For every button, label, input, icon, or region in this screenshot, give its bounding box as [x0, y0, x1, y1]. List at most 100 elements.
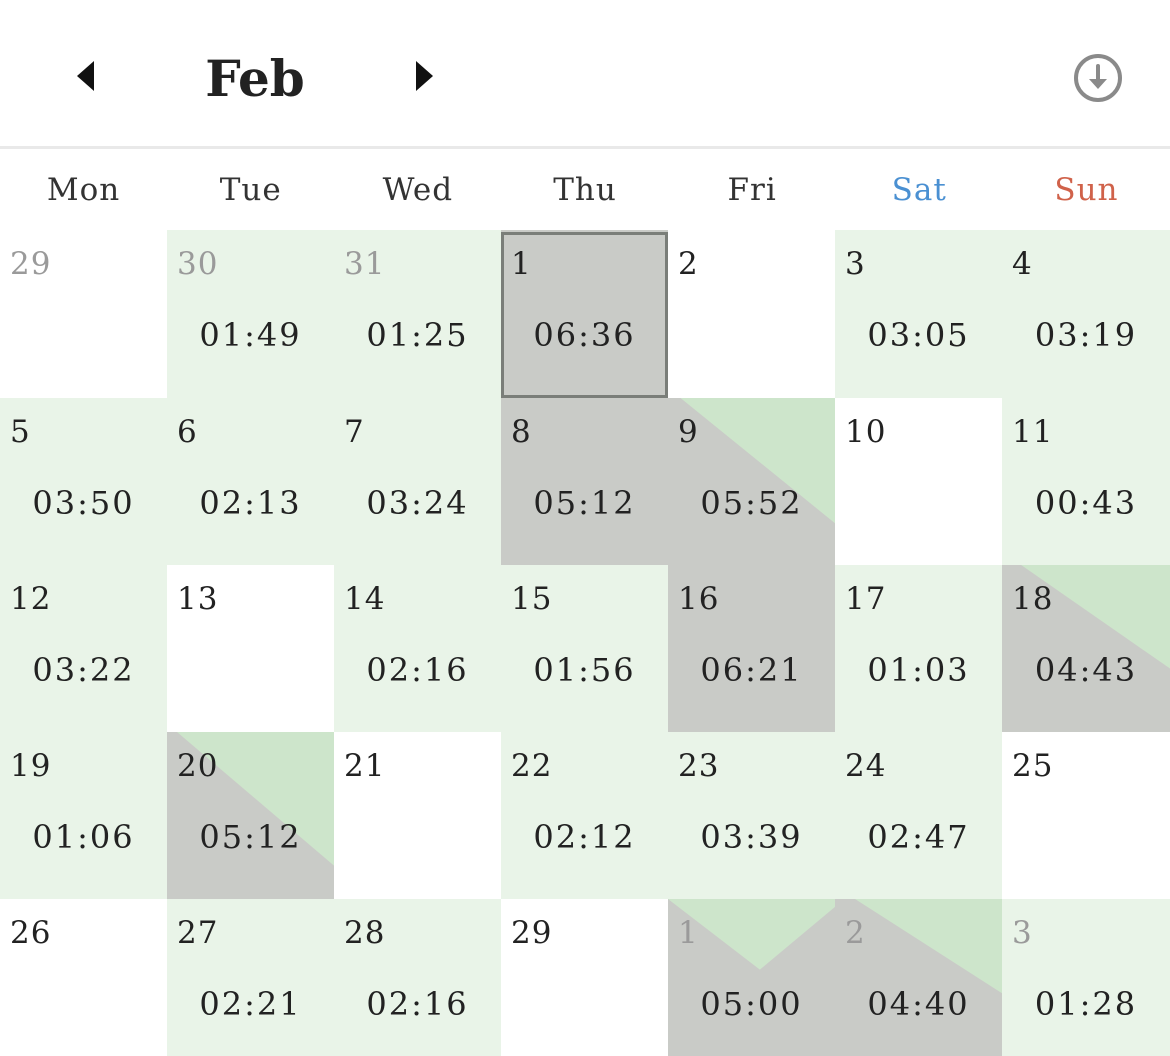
- day-cell[interactable]: 26: [0, 899, 167, 1056]
- day-number: 6: [177, 414, 198, 450]
- day-number: 17: [845, 581, 887, 617]
- weekday-sat: Sat: [891, 172, 947, 208]
- day-duration: 01:28: [1034, 985, 1138, 1023]
- triangle-left-icon: [77, 61, 94, 91]
- day-number: 12: [10, 581, 52, 617]
- day-cell[interactable]: 3 01:28: [1002, 899, 1170, 1056]
- prev-month-button[interactable]: [64, 56, 108, 96]
- day-number: 31: [344, 246, 386, 282]
- calendar-grid: 29 30 01:49 31 01:25 1 06:36 2 3 03:05 4 03:19 5 03:5…: [0, 230, 1170, 1056]
- day-number: 2: [678, 246, 699, 282]
- header-divider: [0, 146, 1170, 149]
- day-number: 20: [177, 748, 219, 784]
- day-duration: 03:22: [32, 651, 135, 689]
- day-cell[interactable]: 8 05:12: [501, 398, 668, 565]
- day-duration: 01:56: [533, 651, 636, 689]
- day-number: 3: [845, 246, 866, 282]
- day-duration: 03:05: [867, 316, 970, 354]
- day-number: 3: [1012, 915, 1033, 951]
- day-duration: 02:16: [366, 985, 469, 1023]
- day-number: 27: [177, 915, 219, 951]
- day-cell[interactable]: 20 05:12: [167, 732, 334, 899]
- weekday-wed: Wed: [382, 172, 454, 208]
- day-cell[interactable]: 28 02:16: [334, 899, 501, 1056]
- day-cell[interactable]: 2: [668, 230, 835, 398]
- day-duration: 06:36: [533, 316, 636, 354]
- day-cell[interactable]: 12 03:22: [0, 565, 167, 732]
- download-button[interactable]: [1072, 52, 1124, 104]
- day-cell[interactable]: 1 06:36: [501, 230, 668, 398]
- day-cell[interactable]: 9 05:52: [668, 398, 835, 565]
- circle-arrow-down-icon: [1074, 54, 1122, 102]
- day-cell[interactable]: 4 03:19: [1002, 230, 1170, 398]
- day-duration: 01:03: [867, 651, 970, 689]
- day-number: 29: [511, 915, 553, 951]
- day-cell[interactable]: 5 03:50: [0, 398, 167, 565]
- weekday-mon: Mon: [46, 172, 121, 208]
- day-duration: 03:24: [366, 484, 469, 522]
- month-title: Feb: [205, 49, 305, 108]
- day-duration: 03:19: [1034, 316, 1138, 354]
- day-duration: 04:40: [867, 985, 970, 1023]
- day-cell[interactable]: 25: [1002, 732, 1170, 899]
- day-cell[interactable]: 11 00:43: [1002, 398, 1170, 565]
- day-cell[interactable]: 18 04:43: [1002, 565, 1170, 732]
- day-number: 7: [344, 414, 365, 450]
- day-number: 14: [344, 581, 386, 617]
- day-duration: 02:12: [533, 818, 636, 856]
- day-cell[interactable]: 29: [501, 899, 668, 1056]
- day-number: 30: [177, 246, 219, 282]
- day-duration: 01:49: [199, 316, 302, 354]
- day-number: 29: [10, 246, 52, 282]
- day-duration: 02:47: [867, 818, 970, 856]
- day-cell[interactable]: 10: [835, 398, 1002, 565]
- day-duration: 05:12: [199, 818, 302, 856]
- day-number: 5: [10, 414, 31, 450]
- day-cell[interactable]: 30 01:49: [167, 230, 334, 398]
- day-cell[interactable]: 13: [167, 565, 334, 732]
- day-number: 1: [678, 915, 699, 951]
- day-cell[interactable]: 7 03:24: [334, 398, 501, 565]
- weekday-row: Mon Tue Wed Thu Fri Sat Sun: [0, 150, 1170, 230]
- day-cell[interactable]: 17 01:03: [835, 565, 1002, 732]
- day-number: 26: [10, 915, 52, 951]
- day-cell[interactable]: 3 03:05: [835, 230, 1002, 398]
- day-duration: 06:21: [700, 651, 803, 689]
- weekday-fri: Fri: [727, 172, 777, 208]
- day-cell[interactable]: 27 02:21: [167, 899, 334, 1056]
- day-number: 16: [678, 581, 720, 617]
- day-number: 21: [344, 748, 386, 784]
- day-cell[interactable]: 24 02:47: [835, 732, 1002, 899]
- day-duration: 05:52: [700, 484, 803, 522]
- day-cell[interactable]: 22 02:12: [501, 732, 668, 899]
- day-number: 18: [1012, 581, 1054, 617]
- day-duration: 03:50: [32, 484, 135, 522]
- weekday-thu: Thu: [553, 172, 617, 208]
- day-number: 28: [344, 915, 386, 951]
- day-cell[interactable]: 19 01:06: [0, 732, 167, 899]
- calendar-screen: Feb Mon Tue Wed Thu Fri Sat Sun 29 30 01:49 31 01:…: [0, 0, 1170, 1056]
- calendar-header: Feb: [0, 0, 1170, 148]
- day-cell[interactable]: 2 04:40: [835, 899, 1002, 1056]
- day-duration: 05:00: [700, 985, 803, 1023]
- day-cell[interactable]: 1 05:00: [668, 899, 835, 1056]
- day-cell[interactable]: 14 02:16: [334, 565, 501, 732]
- day-cell[interactable]: 23 03:39: [668, 732, 835, 899]
- day-cell[interactable]: 21: [334, 732, 501, 899]
- day-number: 25: [1012, 748, 1054, 784]
- day-duration: 01:25: [366, 316, 469, 354]
- day-number: 4: [1012, 246, 1033, 282]
- day-cell[interactable]: 15 01:56: [501, 565, 668, 732]
- day-duration: 00:43: [1034, 484, 1138, 522]
- day-number: 10: [845, 414, 887, 450]
- day-cell[interactable]: 6 02:13: [167, 398, 334, 565]
- day-cell[interactable]: 16 06:21: [668, 565, 835, 732]
- day-duration: 05:12: [533, 484, 636, 522]
- day-cell[interactable]: 29: [0, 230, 167, 398]
- day-number: 2: [845, 915, 866, 951]
- day-cell[interactable]: 31 01:25: [334, 230, 501, 398]
- day-number: 19: [10, 748, 52, 784]
- next-month-button[interactable]: [402, 56, 446, 96]
- day-number: 24: [845, 748, 887, 784]
- day-duration: 01:06: [32, 818, 135, 856]
